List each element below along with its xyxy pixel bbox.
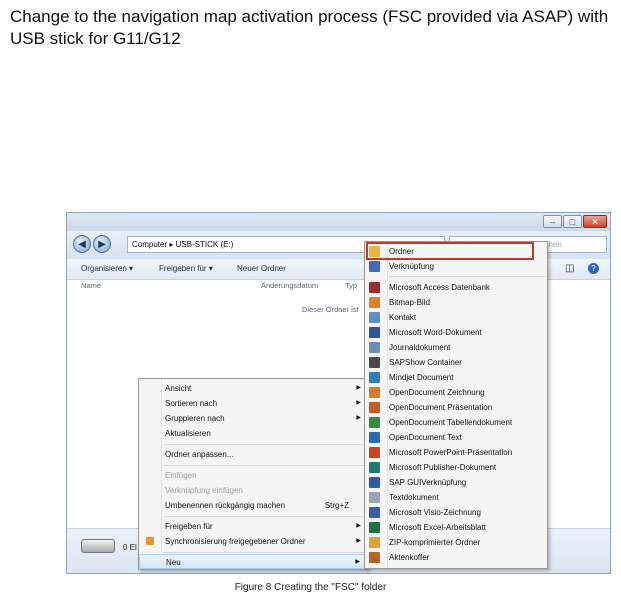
new-item-briefcase[interactable]: Aktenkoffer <box>365 550 547 565</box>
shortcut-icon <box>369 261 380 272</box>
submenu-arrow-icon: ▶ <box>356 385 361 391</box>
submenu-arrow-icon: ▶ <box>356 400 361 406</box>
new-item-zip[interactable]: ZIP-komprimierter Ordner <box>365 535 547 550</box>
menu-item-share-with[interactable]: Freigeben für ▶ <box>139 519 367 534</box>
word-icon <box>369 327 380 338</box>
menu-item-paste-shortcut[interactable]: Verknüpfung einfügen <box>139 483 367 498</box>
share-with-button[interactable]: Freigeben für ▾ <box>159 259 213 279</box>
new-item-excel[interactable]: Microsoft Excel-Arbeitsblatt <box>365 520 547 535</box>
organize-button[interactable]: Organisieren ▾ <box>81 259 133 279</box>
empty-folder-message: Dieser Ordner ist <box>302 305 359 314</box>
access-icon <box>369 282 380 293</box>
menu-item-view[interactable]: Ansicht ▶ <box>139 381 367 396</box>
column-modified[interactable]: Änderungsdatum <box>261 280 318 292</box>
new-item-word[interactable]: Microsoft Word-Dokument <box>365 325 547 340</box>
text-icon <box>369 492 380 503</box>
new-item-powerpoint[interactable]: Microsoft PowerPoint-Präsentation <box>365 445 547 460</box>
submenu-arrow-icon: ▶ <box>356 538 361 544</box>
new-item-contact[interactable]: Kontakt <box>365 310 547 325</box>
document-title: Change to the navigation map activation … <box>10 7 609 48</box>
sapshow-icon <box>369 357 380 368</box>
menu-item-sync-shared-folders[interactable]: Synchronisierung freigegebener Ordner ▶ <box>139 534 367 549</box>
close-button[interactable]: ✕ <box>583 215 607 228</box>
title-bar: – □ ✕ <box>67 213 610 231</box>
excel-icon <box>369 522 380 533</box>
new-submenu: Ordner Verknüpfung Microsoft Access Datenb… <box>364 241 548 569</box>
submenu-arrow-icon: ▶ <box>356 415 361 421</box>
publisher-icon <box>369 462 380 473</box>
new-folder-button[interactable]: Neuer Ordner <box>237 259 286 279</box>
new-item-odp[interactable]: OpenDocument Präsentation <box>365 400 547 415</box>
odp-icon <box>369 402 380 413</box>
menu-separator <box>163 552 365 553</box>
context-menu: Ansicht ▶ Sortieren nach ▶ Gruppieren nach… <box>138 378 368 570</box>
odg-icon <box>369 387 380 398</box>
new-item-access[interactable]: Microsoft Access Datenbank <box>365 280 547 295</box>
figure-caption: Figure 8 Creating the "FSC" folder <box>234 582 387 593</box>
menu-item-customize-folder[interactable]: Ordner anpassen... <box>139 447 367 462</box>
odt-icon <box>369 432 380 443</box>
item-count: 0 El <box>123 543 137 552</box>
menu-item-undo-rename[interactable]: Umbenennen rückgängig machen Strg+Z <box>139 498 367 513</box>
new-item-sapgui[interactable]: SAP GUIVerknüpfung <box>365 475 547 490</box>
column-type[interactable]: Typ <box>345 280 357 292</box>
new-item-odt[interactable]: OpenDocument Text <box>365 430 547 445</box>
menu-item-refresh[interactable]: Aktualisieren <box>139 426 367 441</box>
ods-icon <box>369 417 380 428</box>
new-item-shortcut[interactable]: Verknüpfung <box>365 259 547 274</box>
bitmap-icon <box>369 297 380 308</box>
menu-item-new[interactable]: Neu ▶ <box>139 554 367 569</box>
menu-item-sort-by[interactable]: Sortieren nach ▶ <box>139 396 367 411</box>
new-item-sapshow[interactable]: SAPShow Container <box>365 355 547 370</box>
menu-item-group-by[interactable]: Gruppieren nach ▶ <box>139 411 367 426</box>
preview-pane-icon[interactable]: ◫ <box>565 259 574 279</box>
highlight-box <box>366 242 534 260</box>
mindjet-icon <box>369 372 380 383</box>
column-name[interactable]: Name <box>81 280 101 292</box>
powerpoint-icon <box>369 447 380 458</box>
journal-icon <box>369 342 380 353</box>
new-item-mindjet[interactable]: Mindjet Document <box>365 370 547 385</box>
contact-icon <box>369 312 380 323</box>
sync-icon <box>146 537 154 545</box>
menu-separator <box>389 276 545 277</box>
sapgui-icon <box>369 477 380 488</box>
new-item-odg[interactable]: OpenDocument Zeichnung <box>365 385 547 400</box>
visio-icon <box>369 507 380 518</box>
forward-arrow-icon[interactable]: ▶ <box>93 235 111 253</box>
new-item-bitmap[interactable]: Bitmap-Bild <box>365 295 547 310</box>
menu-separator <box>163 516 365 517</box>
new-item-publisher[interactable]: Microsoft Publisher-Dokument <box>365 460 547 475</box>
zip-icon <box>369 537 380 548</box>
new-item-text[interactable]: Textdokument <box>365 490 547 505</box>
new-item-visio[interactable]: Microsoft Visio-Zeichnung <box>365 505 547 520</box>
help-icon[interactable]: ? <box>588 263 599 274</box>
submenu-arrow-icon: ▶ <box>355 559 360 565</box>
new-item-ods[interactable]: OpenDocument Tabellendokument <box>365 415 547 430</box>
submenu-arrow-icon: ▶ <box>356 523 361 529</box>
menu-separator <box>163 465 365 466</box>
back-arrow-icon[interactable]: ◀ <box>73 235 91 253</box>
briefcase-icon <box>369 552 380 563</box>
minimize-button[interactable]: – <box>543 215 562 228</box>
new-item-journal[interactable]: Journaldokument <box>365 340 547 355</box>
usb-drive-icon <box>81 539 115 553</box>
maximize-button[interactable]: □ <box>563 215 582 228</box>
menu-item-paste[interactable]: Einfügen <box>139 468 367 483</box>
menu-separator <box>163 444 365 445</box>
